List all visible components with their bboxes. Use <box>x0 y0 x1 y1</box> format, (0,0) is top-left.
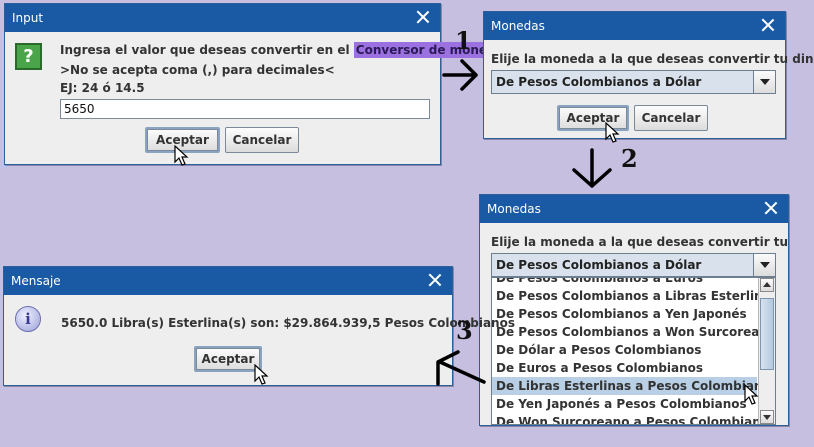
mensaje-dialog-title: Mensaje <box>11 274 61 288</box>
result-message: 5650.0 Libra(s) Esterlina(s) son: $29.86… <box>61 316 515 330</box>
cancel-button[interactable]: Cancelar <box>634 105 708 131</box>
value-input[interactable] <box>60 99 430 119</box>
close-icon[interactable] <box>416 10 430 24</box>
currency-combobox[interactable]: De Pesos Colombianos a Dólar <box>491 253 776 277</box>
list-item[interactable]: De Dólar a Pesos Colombianos <box>492 341 757 359</box>
cancel-button[interactable]: Cancelar <box>225 127 299 153</box>
arrow-down-icon <box>572 148 612 188</box>
input-dialog: Input ? Ingresa el valor que deseas conv… <box>4 3 506 165</box>
scroll-down-icon[interactable] <box>760 410 774 424</box>
mouse-cursor-icon <box>174 145 189 166</box>
chevron-down-icon[interactable] <box>753 71 775 93</box>
prompt-text: Ingresa el valor que deseas convertir en… <box>60 43 350 57</box>
monedas-dialog-1-titlebar[interactable]: Monedas <box>484 12 785 40</box>
monedas-dialog-1: Monedas Elije la moneda a la que deseas … <box>483 11 814 139</box>
input-dialog-titlebar[interactable]: Input <box>5 4 440 32</box>
step-number: 2 <box>621 144 638 173</box>
scroll-up-icon[interactable] <box>760 278 774 292</box>
monedas-prompt: Elije la moneda a la que deseas converti… <box>491 235 789 249</box>
arrow-right-icon <box>442 59 478 91</box>
monedas-dialog-2-title: Monedas <box>487 202 541 216</box>
question-icon: ? <box>15 43 42 70</box>
mouse-cursor-icon <box>605 122 620 143</box>
close-icon[interactable] <box>428 273 442 287</box>
list-item[interactable]: De Euros a Pesos Colombianos <box>492 359 757 377</box>
scrollbar-thumb[interactable] <box>760 298 774 370</box>
input-prompt-line1: Ingresa el valor que deseas convertir en… <box>60 42 506 58</box>
mensaje-dialog: Mensaje i 5650.0 Libra(s) Esterlina(s) s… <box>3 266 515 386</box>
currency-combobox[interactable]: De Pesos Colombianos a Dólar <box>491 70 776 94</box>
list-item[interactable]: De Yen Japonés a Pesos Colombianos <box>492 395 757 413</box>
currency-dropdown-list[interactable]: De Pesos Colombianos a Euros De Pesos Co… <box>491 277 776 425</box>
close-icon[interactable] <box>764 201 778 215</box>
input-prompt-line3: EJ: 24 ó 14.5 <box>60 81 145 95</box>
list-item[interactable]: De Pesos Colombianos a Won Surcoreano <box>492 323 775 341</box>
list-item[interactable]: De Pesos Colombianos a Yen Japonés <box>492 305 757 323</box>
input-prompt-line2: >No se acepta coma (,) para decimales< <box>60 63 335 77</box>
step-number: 3 <box>456 316 473 345</box>
list-scrollbar[interactable] <box>758 278 775 424</box>
mensaje-dialog-titlebar[interactable]: Mensaje <box>4 267 452 295</box>
list-item[interactable]: De Pesos Colombianos a Euros <box>492 278 757 287</box>
chevron-down-icon[interactable] <box>753 254 775 276</box>
step-number: 1 <box>455 26 472 55</box>
monedas-dialog-2-titlebar[interactable]: Monedas <box>480 195 788 223</box>
monedas-prompt: Elije la moneda a la que deseas converti… <box>491 52 814 66</box>
monedas-dialog-2: Monedas Elije la moneda a la que deseas … <box>479 194 789 426</box>
list-item-selected[interactable]: De Libras Esterlinas a Pesos Colombianos <box>492 377 775 395</box>
combobox-selected-value: De Pesos Colombianos a Dólar <box>496 75 702 89</box>
mouse-cursor-icon <box>254 364 269 385</box>
arrow-left-icon <box>436 350 486 386</box>
list-item[interactable]: De Won Surcoreano a Pesos Colombianos <box>492 413 775 424</box>
monedas-dialog-1-title: Monedas <box>491 19 545 33</box>
info-icon: i <box>15 306 41 332</box>
input-dialog-title: Input <box>12 11 44 25</box>
close-icon[interactable] <box>761 18 775 32</box>
combobox-selected-value: De Pesos Colombianos a Dólar <box>496 258 702 272</box>
list-item[interactable]: De Pesos Colombianos a Libras Esterlinas <box>492 287 775 305</box>
accept-button[interactable]: Aceptar <box>194 346 262 372</box>
mouse-cursor-icon <box>744 384 759 405</box>
